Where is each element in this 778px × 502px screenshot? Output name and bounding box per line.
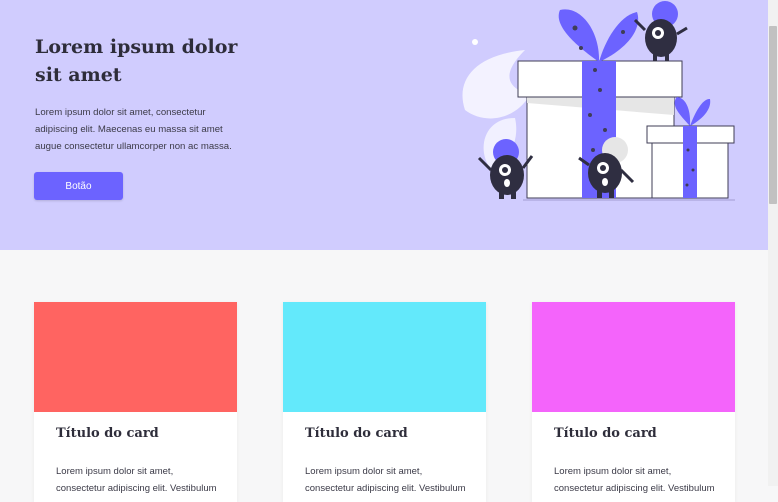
card-3: Título do card Lorem ipsum dolor sit ame… <box>532 302 735 502</box>
card-text: Lorem ipsum dolor sit amet, consectetur … <box>554 466 715 494</box>
hero-button[interactable]: Botão <box>34 172 123 200</box>
scrollbar-thumb[interactable] <box>769 26 777 204</box>
card-2: Título do card Lorem ipsum dolor sit ame… <box>283 302 486 502</box>
card-title: Título do card <box>305 426 408 441</box>
card-text: Lorem ipsum dolor sit amet, consectetur … <box>56 466 217 494</box>
hero-title: Lorem ipsum dolor sit amet <box>35 36 238 86</box>
page-scrollbar[interactable] <box>768 0 778 486</box>
hero-section: Lorem ipsum dolor sit amet Lorem ipsum d… <box>0 0 768 250</box>
card-text: Lorem ipsum dolor sit amet, consectetur … <box>305 466 466 494</box>
card-title: Título do card <box>554 426 657 441</box>
card-1: Título do card Lorem ipsum dolor sit ame… <box>34 302 237 502</box>
hero-description: Lorem ipsum dolor sit amet, consectetur … <box>35 107 232 152</box>
gifts-monsters-illustration <box>462 1 735 201</box>
card-image <box>532 302 735 412</box>
card-image <box>34 302 237 412</box>
card-image <box>283 302 486 412</box>
card-title: Título do card <box>56 426 159 441</box>
